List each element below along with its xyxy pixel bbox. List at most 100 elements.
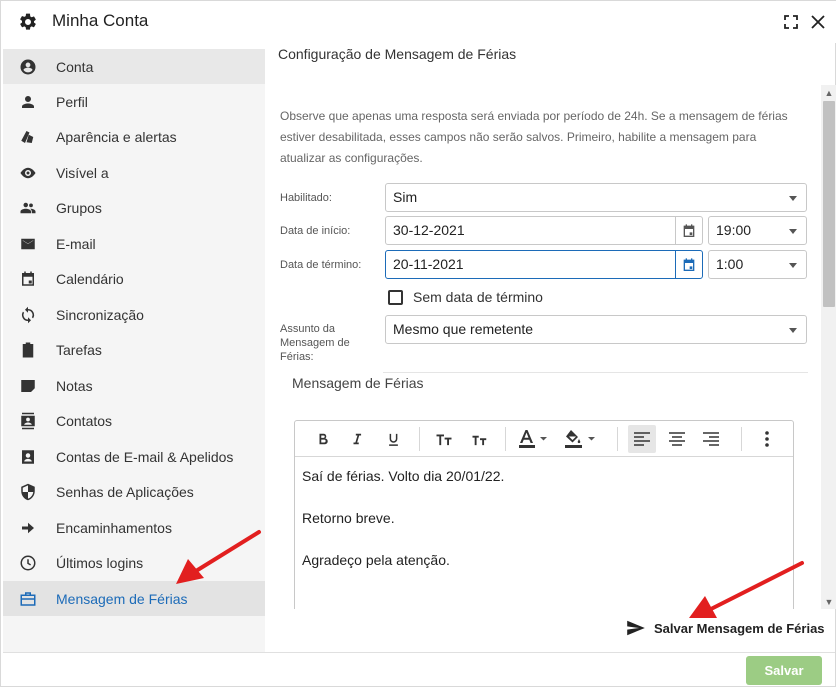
sidebar-item-sincronizacao[interactable]: Sincronização — [3, 297, 265, 332]
arrow-right-icon — [18, 518, 38, 538]
scroll-up-icon[interactable]: ▲ — [824, 88, 834, 98]
sidebar-item-conta[interactable]: Conta — [3, 49, 265, 84]
clock-icon — [18, 553, 38, 573]
underline-button[interactable] — [383, 425, 403, 453]
content-scrollbar[interactable]: ▲ ▼ — [821, 85, 836, 609]
start-date-input[interactable]: 30-12-2021 — [385, 216, 703, 245]
enabled-value: Sim — [393, 189, 418, 205]
italic-icon — [353, 433, 362, 445]
sidebar-item-encaminhamentos[interactable]: Encaminhamentos — [3, 510, 265, 545]
italic-button[interactable] — [347, 425, 367, 453]
bold-icon — [319, 433, 328, 445]
sidebar-item-contatos[interactable]: Contatos — [3, 403, 265, 438]
no-end-date-checkbox[interactable] — [388, 290, 403, 305]
sidebar-item-perfil[interactable]: Perfil — [3, 84, 265, 119]
editor-line: Agradeço pela atenção. — [302, 552, 450, 568]
sidebar-item-aparencia[interactable]: Aparência e alertas — [3, 119, 265, 154]
toolbar-separator — [741, 427, 742, 451]
end-time-value: 1:00 — [716, 256, 744, 272]
save-vacation-label: Salvar Mensagem de Férias — [654, 620, 825, 636]
align-left-button[interactable] — [628, 425, 656, 453]
sidebar-item-label: E-mail — [56, 236, 96, 252]
sidebar-item-label: Aparência e alertas — [56, 129, 177, 145]
sidebar-item-calendario[interactable]: Calendário — [3, 261, 265, 296]
sidebar-item-label: Senhas de Aplicações — [56, 484, 194, 500]
calendar-icon — [683, 223, 695, 237]
sidebar-item-label: Conta — [56, 59, 94, 75]
font-size-decrease-button[interactable] — [469, 425, 491, 453]
chevron-down-icon — [789, 229, 797, 234]
sidebar-item-ultimos-logins[interactable]: Últimos logins — [3, 545, 265, 580]
scroll-thumb[interactable] — [823, 101, 835, 307]
palette-icon — [18, 127, 38, 147]
sidebar-item-mensagem-ferias[interactable]: Mensagem de Férias — [3, 581, 265, 616]
sidebar-item-visivel[interactable]: Visível a — [3, 155, 265, 190]
gear-icon — [18, 12, 38, 32]
title-bar: Minha Conta — [1, 1, 836, 43]
text-size-small-icon — [472, 435, 487, 445]
toolbar-separator — [617, 427, 618, 451]
text-color-icon — [519, 430, 547, 448]
sidebar-item-contas-email[interactable]: Contas de E-mail & Apelidos — [3, 439, 265, 474]
enabled-select[interactable]: Sim — [385, 183, 807, 212]
sidebar-item-label: Encaminhamentos — [56, 520, 172, 536]
dialog-title: Minha Conta — [52, 11, 149, 30]
editor-line: Retorno breve. — [302, 510, 395, 526]
message-editor[interactable]: Saí de férias. Volto dia 20/01/22. Retor… — [294, 420, 794, 609]
clipboard-check-icon — [18, 340, 38, 360]
vacation-settings-panel: Observe que apenas uma resposta será env… — [266, 81, 821, 609]
align-right-button[interactable] — [697, 425, 725, 453]
close-button[interactable] — [809, 13, 827, 31]
notice-text: Observe que apenas uma resposta será env… — [280, 109, 788, 165]
underline-icon — [388, 433, 398, 446]
subject-value: Mesmo que remetente — [393, 321, 534, 337]
message-section-title: Mensagem de Férias — [292, 375, 424, 391]
sidebar-item-notas[interactable]: Notas — [3, 368, 265, 403]
end-date-picker-button[interactable] — [675, 251, 702, 278]
start-date-picker-button[interactable] — [675, 217, 702, 244]
sidebar-item-label: Perfil — [56, 94, 88, 110]
sidebar-item-tarefas[interactable]: Tarefas — [3, 332, 265, 367]
toolbar-separator — [419, 427, 420, 451]
scroll-down-icon[interactable]: ▼ — [824, 597, 834, 607]
save-vacation-message-button[interactable]: Salvar Mensagem de Férias — [626, 620, 825, 636]
bold-button[interactable] — [313, 425, 333, 453]
more-options-button[interactable] — [757, 425, 777, 453]
editor-content[interactable]: Saí de férias. Volto dia 20/01/22. Retor… — [302, 466, 504, 592]
chevron-down-icon — [789, 328, 797, 333]
enabled-label: Habilitado: — [280, 192, 332, 204]
toolbar-separator — [505, 427, 506, 451]
note-icon — [18, 376, 38, 396]
align-center-button[interactable] — [663, 425, 691, 453]
sidebar-item-grupos[interactable]: Grupos — [3, 190, 265, 225]
divider — [383, 372, 808, 373]
sidebar-item-label: Contas de E-mail & Apelidos — [56, 449, 234, 465]
text-color-button[interactable] — [517, 425, 551, 453]
maximize-button[interactable] — [782, 13, 800, 31]
sync-icon — [18, 305, 38, 325]
sidebar-item-senhas[interactable]: Senhas de Aplicações — [3, 474, 265, 509]
badge-icon — [18, 447, 38, 467]
chevron-down-icon — [789, 263, 797, 268]
send-icon — [627, 620, 645, 636]
save-button[interactable]: Salvar — [746, 656, 822, 685]
sidebar-item-label: Contatos — [56, 413, 113, 429]
sidebar-item-label: Calendário — [56, 271, 124, 287]
end-date-input[interactable]: 20-11-2021 — [385, 250, 703, 279]
editor-toolbar — [295, 421, 793, 457]
page-title: Configuração de Mensagem de Férias — [278, 46, 517, 62]
align-center-icon — [669, 432, 685, 446]
person-icon — [18, 92, 38, 112]
paint-bucket-icon — [565, 430, 595, 448]
sidebar-item-email[interactable]: E-mail — [3, 226, 265, 261]
align-right-icon — [703, 432, 719, 446]
calendar-icon — [683, 257, 695, 271]
end-time-select[interactable]: 1:00 — [708, 250, 807, 279]
end-date-value: 20-11-2021 — [393, 256, 464, 272]
subject-select[interactable]: Mesmo que remetente — [385, 315, 807, 344]
shield-icon — [18, 482, 38, 502]
highlight-color-button[interactable] — [563, 425, 599, 453]
font-size-increase-button[interactable] — [433, 425, 455, 453]
end-date-label: Data de término: — [280, 259, 362, 271]
start-time-select[interactable]: 19:00 — [708, 216, 807, 245]
